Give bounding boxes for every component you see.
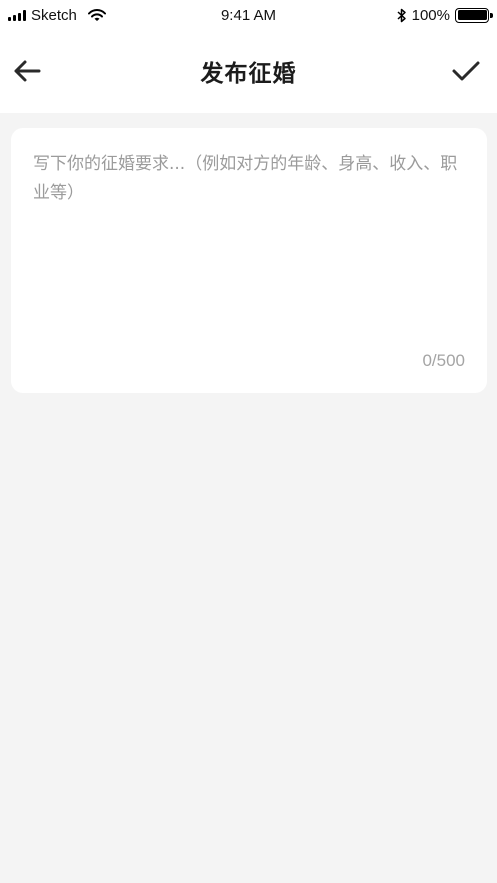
page-title: 发布征婚 <box>200 60 297 86</box>
status-bar-right: 100% <box>397 6 493 24</box>
signal-bars-icon <box>8 9 26 21</box>
character-counter: 0/500 <box>422 351 465 370</box>
requirements-textarea[interactable] <box>33 150 473 350</box>
status-bar-left: Sketch <box>8 7 106 24</box>
requirements-card: 0/500 <box>11 128 487 393</box>
carrier-name: Sketch <box>31 6 77 24</box>
wifi-icon <box>87 8 106 21</box>
bluetooth-icon <box>397 8 406 22</box>
publish-marriage-ad-screen: Sketch 9:41 AM 100% 发布征婚 写下你的征婚要求...（例如对… <box>0 0 497 883</box>
battery-icon <box>455 7 493 23</box>
confirm-button[interactable] <box>447 52 485 90</box>
status-bar: Sketch 9:41 AM 100% <box>0 0 497 30</box>
navigation-bar: 发布征婚 <box>0 30 497 113</box>
battery-fill <box>457 10 487 20</box>
battery-percent: 100% <box>411 6 450 24</box>
checkmark-icon <box>452 61 480 81</box>
